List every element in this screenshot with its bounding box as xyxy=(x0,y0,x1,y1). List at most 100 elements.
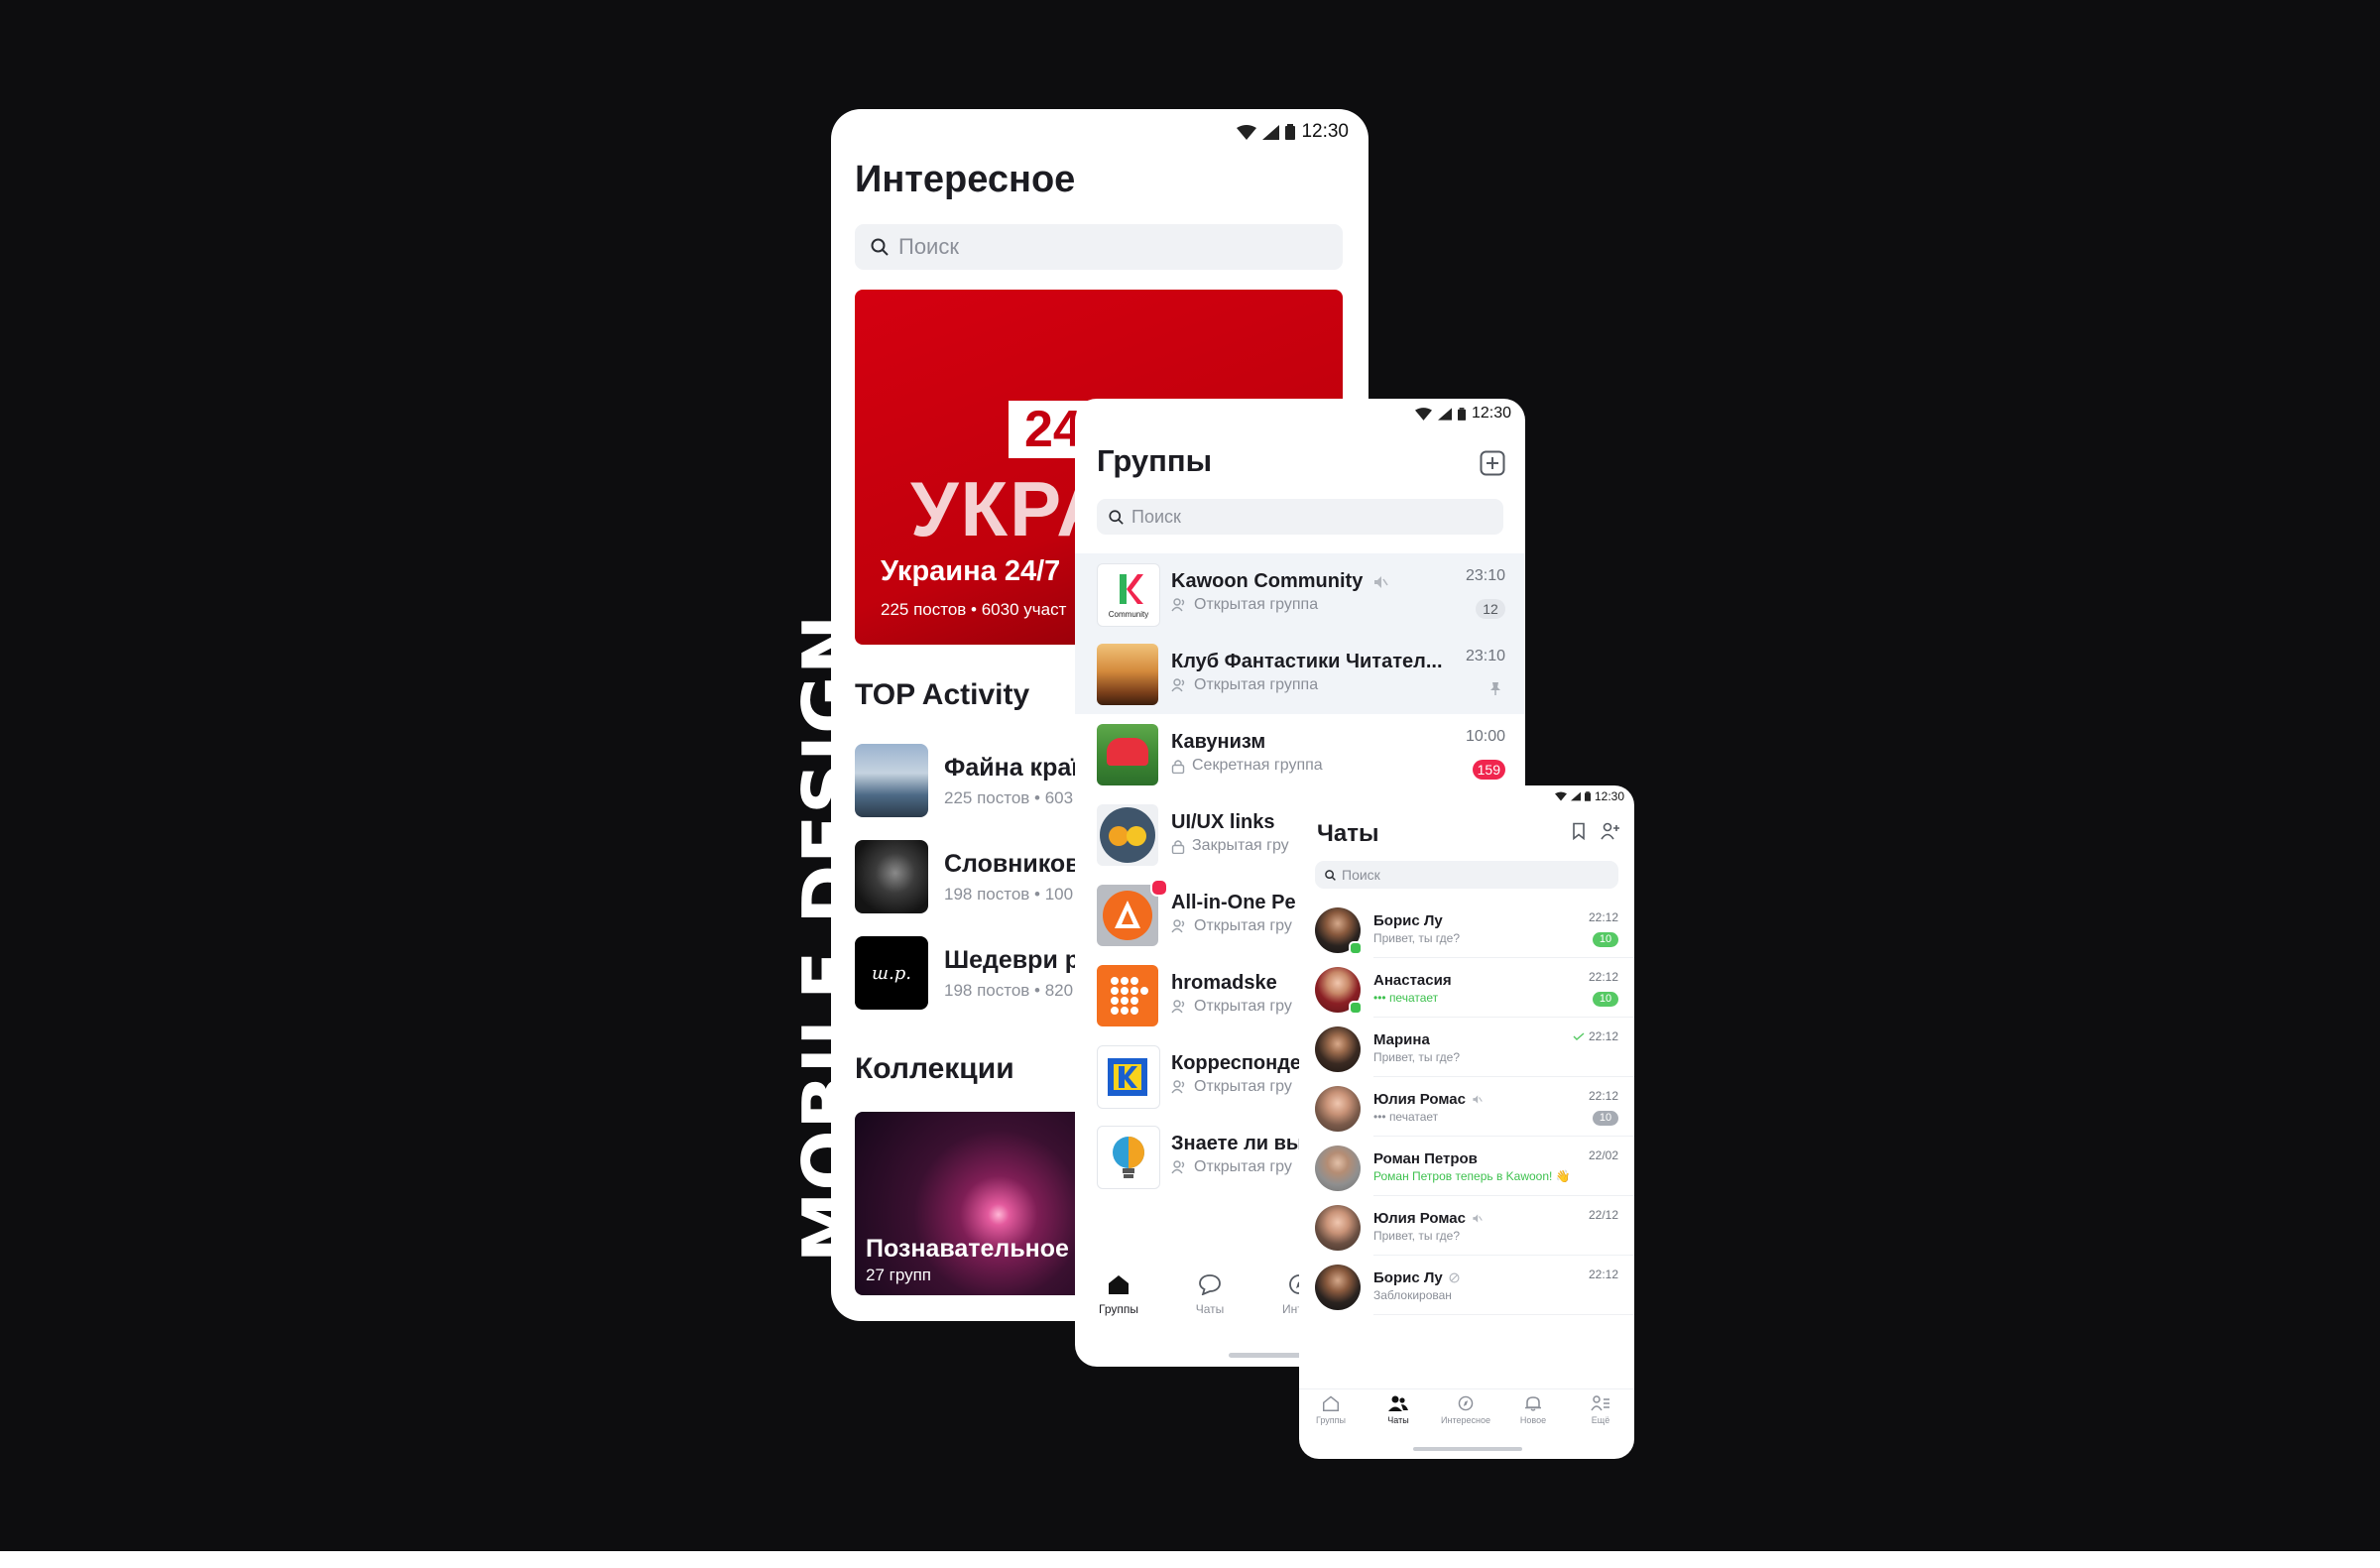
chat-message: Роман Петров теперь в Kawoon! 👋 xyxy=(1373,1169,1571,1183)
avatar xyxy=(1315,1146,1361,1191)
activity-meta: 225 постов • 603 xyxy=(944,787,1074,807)
activity-item[interactable]: Словников 198 постов • 100 xyxy=(855,840,1081,913)
group-row[interactable]: Кавунизм Секретная группа 10:00 159 xyxy=(1075,714,1525,794)
chat-message: Привет, ты где? xyxy=(1373,1050,1460,1064)
search-input[interactable]: Поиск xyxy=(1097,499,1503,535)
tab-chats[interactable]: Чаты xyxy=(1180,1273,1240,1316)
search-input[interactable]: Поиск xyxy=(855,224,1343,270)
hero-meta: 225 постов • 6030 участ xyxy=(881,600,1067,619)
status-time: 12:30 xyxy=(1594,789,1624,803)
group-name: All-in-One Pe xyxy=(1171,892,1296,913)
group-avatar xyxy=(1097,1045,1160,1109)
group-type-icon xyxy=(1171,1000,1185,1014)
tab-groups[interactable]: Группы xyxy=(1301,1395,1361,1425)
group-name: Kawoon Community xyxy=(1171,570,1364,592)
blocked-icon xyxy=(1449,1272,1460,1283)
logo-text: ш.р. xyxy=(871,962,912,984)
group-avatar xyxy=(1097,885,1158,946)
chat-time: 22:12 xyxy=(1588,910,1618,924)
group-name: Корреспонде xyxy=(1171,1052,1302,1074)
chat-row[interactable]: Марина Привет, ты где? 22:12 xyxy=(1299,1018,1634,1077)
unread-badge: 12 xyxy=(1476,599,1505,619)
online-indicator xyxy=(1349,941,1363,955)
tab-chats[interactable]: Чаты xyxy=(1368,1395,1428,1425)
collections-title: Коллекции xyxy=(855,1052,1014,1085)
users-icon xyxy=(1388,1395,1408,1411)
group-avatar xyxy=(1097,1126,1160,1189)
activity-item[interactable]: ш.р. Шедеври р 198 постов • 820 xyxy=(855,936,1080,1010)
add-group-icon[interactable] xyxy=(1480,450,1505,476)
bell-icon xyxy=(1525,1396,1541,1411)
chat-row[interactable]: Роман Петров Роман Петров теперь в Kawoo… xyxy=(1299,1137,1634,1196)
avatar xyxy=(1315,1086,1361,1132)
chat-time: 22/12 xyxy=(1588,1208,1618,1222)
activity-item[interactable]: Файна краї 225 постов • 603 xyxy=(855,744,1078,817)
chat-row[interactable]: Юлия Ромас Привет, ты где? 22/12 xyxy=(1299,1196,1634,1256)
lock-icon xyxy=(1171,839,1185,854)
compass-icon xyxy=(1458,1395,1474,1411)
activity-name: Файна краї xyxy=(944,753,1079,782)
tab-label: Ещё xyxy=(1591,1415,1610,1425)
chat-name: Юлия Ромас xyxy=(1373,1091,1466,1108)
search-placeholder: Поиск xyxy=(898,234,959,259)
signal-icon xyxy=(1262,124,1280,140)
tab-new[interactable]: Новое xyxy=(1503,1395,1563,1425)
add-contact-icon[interactable] xyxy=(1601,822,1620,840)
avatar xyxy=(1315,1265,1361,1310)
signal-icon xyxy=(1437,407,1452,421)
chat-row[interactable]: Анастасия ••• печатает 22:12 10 xyxy=(1299,958,1634,1018)
chat-row[interactable]: Юлия Ромас ••• печатает 22:12 10 xyxy=(1299,1077,1634,1137)
collection-meta: 27 групп xyxy=(866,1266,932,1284)
battery-icon xyxy=(1285,124,1296,140)
top-activity-title: TOP Activity xyxy=(855,678,1030,711)
status-bar: 12:30 xyxy=(1554,789,1624,803)
group-type: Открытая группа xyxy=(1194,676,1319,693)
group-type: Закрытая гру xyxy=(1192,837,1289,854)
unread-badge: 159 xyxy=(1472,760,1505,780)
pin-icon xyxy=(1490,682,1500,695)
hero-title: Украина 24/7 xyxy=(881,555,1061,587)
group-row[interactable]: Community Kawoon Community Открытая груп… xyxy=(1075,553,1525,634)
tab-label: Группы xyxy=(1316,1415,1346,1425)
group-name: Клуб Фантастики Читател... xyxy=(1171,651,1443,672)
home-icon xyxy=(1323,1395,1339,1411)
tab-groups[interactable]: Группы xyxy=(1089,1273,1148,1316)
group-avatar xyxy=(1097,724,1158,785)
search-placeholder: Поиск xyxy=(1131,506,1181,527)
group-name: UI/UX links xyxy=(1171,811,1275,833)
avatar xyxy=(1315,1026,1361,1072)
page-title: Интересное xyxy=(855,159,1076,200)
status-time: 12:30 xyxy=(1301,121,1349,142)
search-icon xyxy=(871,238,889,256)
chat-row[interactable]: Борис Лу Заблокирован 22:12 xyxy=(1299,1256,1634,1315)
unread-badge: 10 xyxy=(1593,1111,1618,1126)
chat-time: 22/02 xyxy=(1588,1148,1618,1162)
avatar-caption: Community xyxy=(1108,610,1149,619)
chat-row[interactable]: Борис Лу Привет, ты где? 22:12 10 xyxy=(1299,899,1634,958)
read-check-icon xyxy=(1573,1032,1585,1040)
unread-dot xyxy=(1150,879,1168,897)
tab-explore[interactable]: Интересное xyxy=(1436,1395,1495,1425)
all-in-one-logo-icon xyxy=(1115,901,1140,928)
status-time: 12:30 xyxy=(1471,405,1511,422)
wifi-icon xyxy=(1237,124,1257,140)
chat-message: Заблокирован xyxy=(1373,1288,1452,1302)
group-type: Открытая гру xyxy=(1194,1078,1292,1095)
chat-name: Борис Лу xyxy=(1373,1269,1443,1286)
muted-icon xyxy=(1473,1095,1483,1104)
group-name: Знаете ли вы xyxy=(1171,1133,1303,1154)
collection-card[interactable]: Познавательное 27 групп xyxy=(855,1112,1083,1295)
chat-name: Анастасия xyxy=(1373,972,1452,989)
bookmark-icon[interactable] xyxy=(1571,822,1587,840)
collection-title: Познавательное xyxy=(866,1235,1069,1263)
tab-more[interactable]: Ещё xyxy=(1571,1395,1630,1425)
group-avatar xyxy=(1097,804,1158,866)
group-row[interactable]: Клуб Фантастики Читател... Открытая груп… xyxy=(1075,634,1525,714)
group-time: 23:10 xyxy=(1465,567,1505,584)
activity-meta: 198 постов • 820 xyxy=(944,980,1074,1000)
online-indicator xyxy=(1349,1001,1363,1015)
chat-message: Привет, ты где? xyxy=(1373,931,1460,945)
search-input[interactable]: Поиск xyxy=(1315,861,1618,889)
group-avatar xyxy=(1097,965,1158,1026)
lock-icon xyxy=(1171,759,1185,774)
